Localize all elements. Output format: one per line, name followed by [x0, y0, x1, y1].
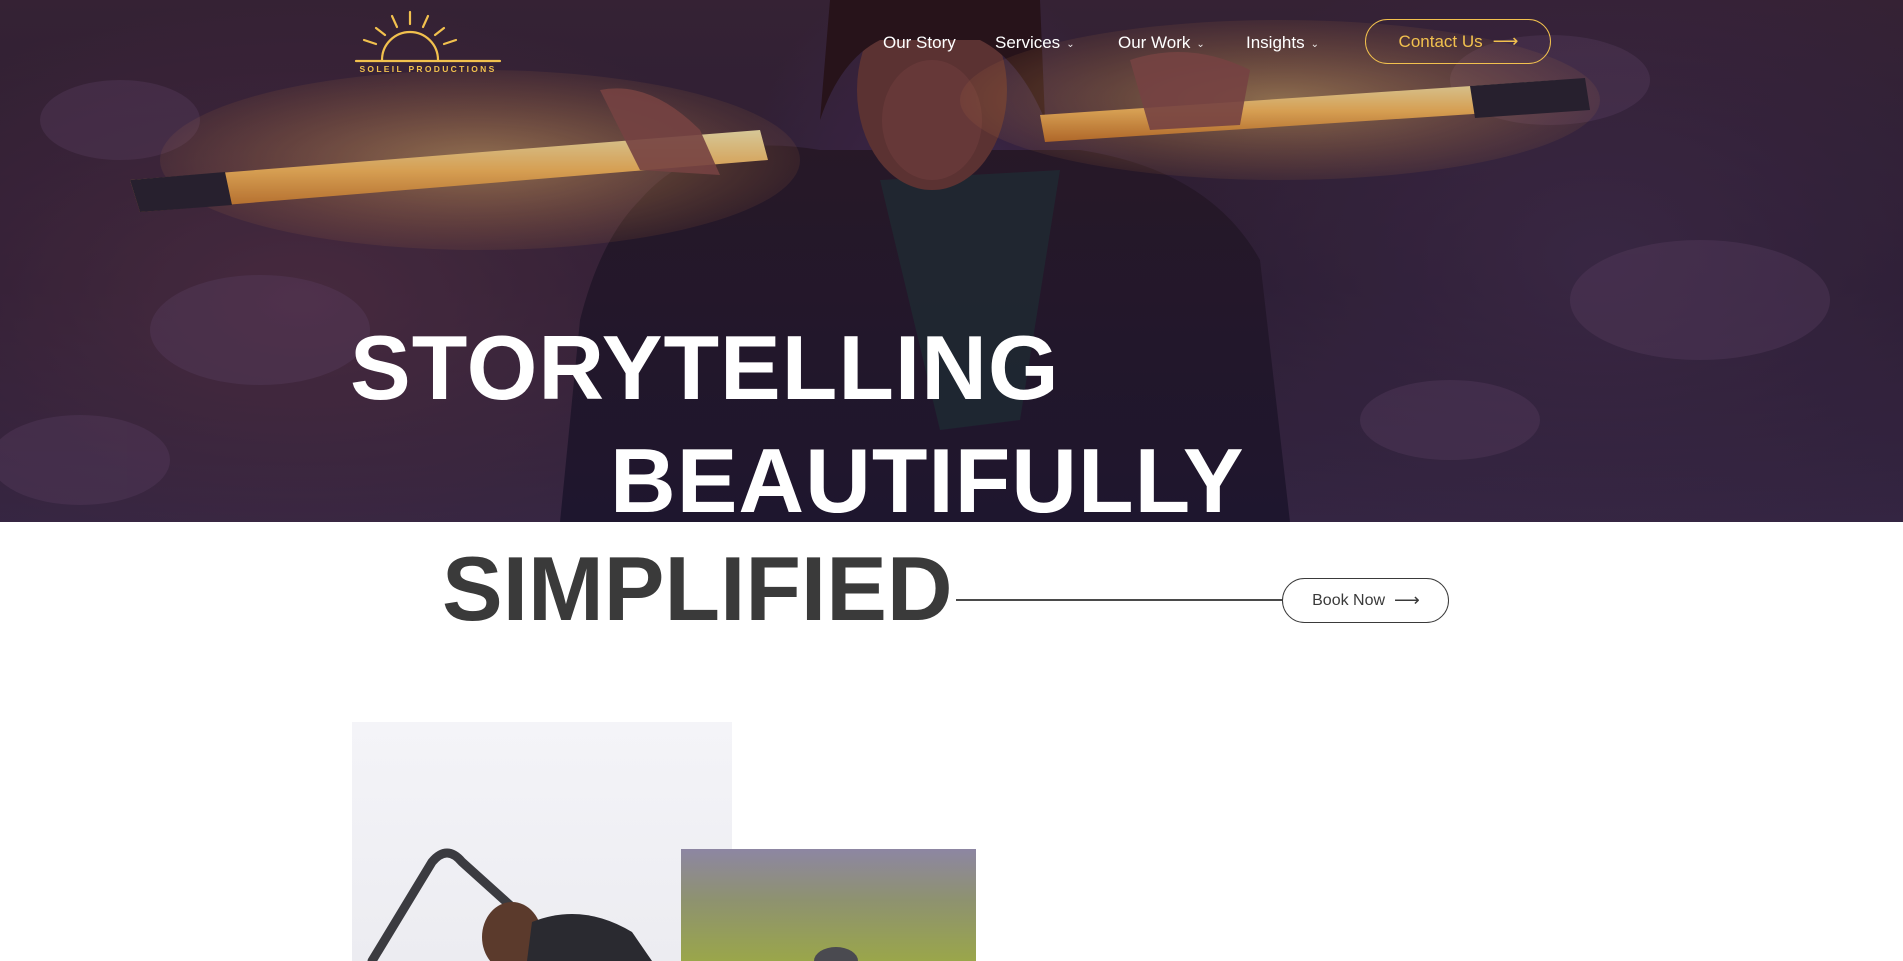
brand-name: SOLEIL PRODUCTIONS	[359, 64, 497, 74]
contact-us-label: Contact Us	[1398, 31, 1483, 51]
chevron-down-icon: ⌄	[1310, 38, 1319, 50]
book-now-label: Book Now	[1312, 591, 1386, 609]
headline-line-1: STORYTELLING	[350, 318, 1060, 419]
work-photo-1	[352, 722, 732, 961]
nav-label: Services	[995, 33, 1061, 52]
nav-our-story[interactable]: Our Story	[883, 31, 956, 55]
nav-label: Insights	[1246, 33, 1305, 52]
book-now-button[interactable]: Book Now ⟶	[1282, 578, 1449, 623]
divider-line	[956, 599, 1283, 601]
work-photo-2	[681, 849, 976, 961]
contact-us-button[interactable]: Contact Us ⟶	[1365, 19, 1551, 64]
sun-logo-icon	[354, 10, 502, 63]
nav-services[interactable]: Services ⌄	[995, 31, 1075, 55]
hero-section: SOLEIL PRODUCTIONS Our Story Services ⌄ …	[0, 0, 1903, 522]
nav-our-work[interactable]: Our Work ⌄	[1118, 31, 1205, 55]
headline-line-3: SIMPLIFIED	[442, 539, 953, 640]
headline-line-2: BEAUTIFULLY	[610, 431, 1245, 522]
nav-label: Our Work	[1118, 33, 1191, 52]
chevron-down-icon: ⌄	[1196, 38, 1205, 50]
chevron-down-icon: ⌄	[1066, 38, 1075, 50]
brand-logo[interactable]: SOLEIL PRODUCTIONS	[354, 10, 502, 76]
arrow-right-icon: ⟶	[1394, 590, 1420, 610]
nav-label: Our Story	[883, 33, 956, 52]
arrow-right-icon: ⟶	[1492, 31, 1519, 51]
nav-insights[interactable]: Insights ⌄	[1246, 31, 1319, 55]
